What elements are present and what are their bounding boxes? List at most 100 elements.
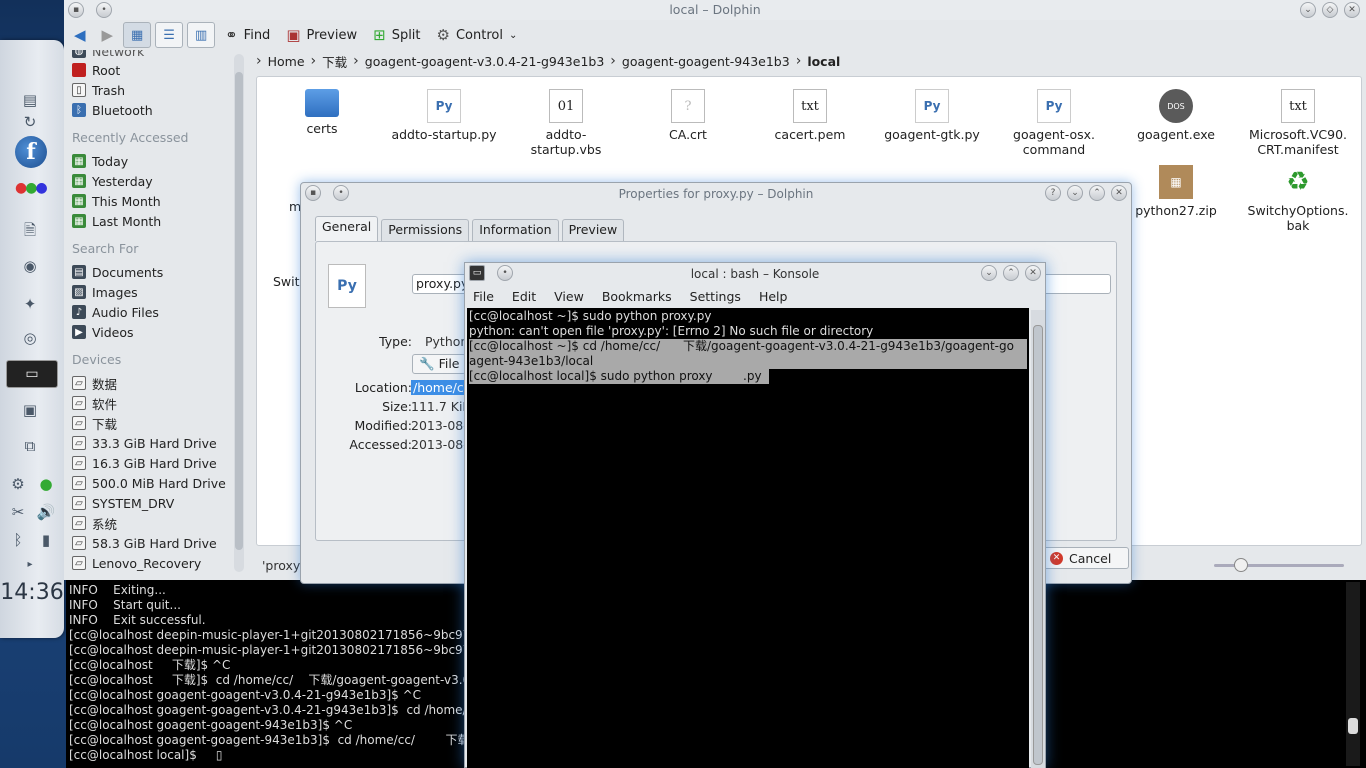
device-item[interactable]: ▱ Lenovo_Recovery — [72, 554, 201, 572]
help-button[interactable]: ? — [1045, 185, 1061, 201]
split-button[interactable]: ⊞ Split — [367, 22, 426, 48]
menu-bookmarks[interactable]: Bookmarks — [602, 289, 672, 304]
browser-icon[interactable]: ◉ — [18, 254, 42, 278]
file-item[interactable]: Py goagent-osx. command — [999, 89, 1109, 157]
place-network[interactable]: ◍ Network — [72, 50, 144, 60]
menu-edit[interactable]: Edit — [512, 289, 536, 304]
file-item[interactable]: Py goagent-gtk.py — [877, 89, 987, 142]
scissors-icon[interactable]: ✂ — [6, 500, 30, 524]
monitor-icon[interactable]: ▣ — [18, 398, 42, 422]
sticky-button[interactable]: • — [96, 2, 112, 18]
breadcrumb-goagent-v3[interactable]: goagent-goagent-v3.0.4-21-g943e1b3 — [365, 54, 605, 69]
volume-icon[interactable]: 🔊 — [34, 500, 58, 524]
place-root[interactable]: Root — [72, 61, 120, 79]
file-item[interactable]: certs — [267, 89, 377, 136]
tab-general[interactable]: General — [315, 216, 379, 241]
place-documents[interactable]: ▤ Documents — [72, 263, 163, 281]
file-type-options-button[interactable]: 🔧 File — [412, 354, 466, 374]
cancel-button[interactable]: ✕ Cancel — [1043, 547, 1129, 569]
dolphin-titlebar[interactable]: ▪ • local – Dolphin ⌄ ◇ ✕ — [64, 0, 1366, 20]
properties-titlebar[interactable]: ▪ • Properties for proxy.py – Dolphin ? … — [301, 183, 1131, 205]
place-yesterday[interactable]: ▦ Yesterday — [72, 172, 153, 190]
minimize-button[interactable]: ⌄ — [981, 265, 997, 281]
maximize-button[interactable]: ◇ — [1322, 2, 1338, 18]
window-menu-icon[interactable]: ▪ — [305, 185, 321, 201]
device-item[interactable]: ▱ SYSTEM_DRV — [72, 494, 174, 512]
clock[interactable]: 14:36 — [0, 580, 64, 605]
maximize-button[interactable]: ⌃ — [1089, 185, 1105, 201]
breadcrumb-downloads[interactable]: 下载 — [322, 52, 347, 71]
file-item[interactable]: txt cacert.pem — [755, 89, 865, 142]
device-item[interactable]: ▱ 系统 — [72, 514, 117, 532]
place-today[interactable]: ▦ Today — [72, 152, 128, 170]
tab-information[interactable]: Information — [472, 219, 559, 241]
file-item[interactable]: ? CA.crt — [633, 89, 743, 142]
settings-icon[interactable]: ⚙ — [6, 472, 30, 496]
control-button[interactable]: ⚙ Control ⌄ — [431, 22, 524, 48]
details-view-button[interactable]: ☰ — [155, 22, 184, 48]
close-button[interactable]: ✕ — [1025, 265, 1041, 281]
bluetooth-icon[interactable]: ᛒ — [6, 528, 30, 552]
find-button[interactable]: ⚭ Find — [219, 22, 276, 48]
device-item[interactable]: ▱ 数据 — [72, 374, 117, 392]
device-item[interactable]: ▱ 33.3 GiB Hard Drive — [72, 434, 217, 452]
terminal-scrollbar-thumb[interactable] — [1348, 718, 1358, 734]
konsole-scrollbar-thumb[interactable] — [1033, 325, 1043, 765]
place-videos[interactable]: ▶ Videos — [72, 323, 134, 341]
file-item[interactable]: ♻ SwitchyOptions. bak — [1243, 165, 1353, 234]
sticky-button[interactable]: • — [333, 185, 349, 201]
python-file-icon[interactable]: Py — [328, 264, 366, 308]
terminal-scrollbar[interactable] — [1346, 582, 1360, 766]
fox-icon[interactable]: ✦ — [18, 292, 42, 316]
device-item[interactable]: ▱ 16.3 GiB Hard Drive — [72, 454, 217, 472]
place-bluetooth[interactable]: ᛒ Bluetooth — [72, 101, 153, 119]
zoom-slider-handle[interactable] — [1234, 558, 1248, 572]
chrome-icon[interactable]: ◎ — [18, 326, 42, 350]
panel-widget-icon[interactable]: ▤ — [18, 88, 42, 112]
location-value[interactable]: /home/cc — [411, 380, 465, 395]
icons-view-button[interactable]: ▦ — [123, 22, 152, 48]
breadcrumb-local[interactable]: local — [807, 54, 840, 69]
place-images[interactable]: ▨ Images — [72, 283, 138, 301]
tab-preview[interactable]: Preview — [561, 219, 625, 241]
menu-help[interactable]: Help — [759, 289, 788, 304]
menu-file[interactable]: File — [473, 289, 494, 304]
window-menu-icon[interactable]: ▪ — [68, 2, 84, 18]
place-last-month[interactable]: ▦ Last Month — [72, 212, 161, 230]
status-green-icon[interactable]: ● — [34, 472, 58, 496]
close-button[interactable]: ✕ — [1111, 185, 1127, 201]
places-scrollbar-thumb[interactable] — [235, 72, 243, 550]
close-button[interactable]: ✕ — [1344, 2, 1360, 18]
filename-field-end[interactable] — [1041, 274, 1111, 294]
file-manager-icon[interactable]: 🗎 — [18, 220, 42, 244]
maximize-button[interactable]: ⌃ — [1003, 265, 1019, 281]
preview-button[interactable]: ▣ Preview — [280, 22, 363, 48]
columns-view-button[interactable]: ▥ — [187, 22, 216, 48]
back-button[interactable]: ◀ — [68, 22, 92, 48]
file-item[interactable]: txt Microsoft.VC90. CRT.manifest — [1243, 89, 1353, 157]
menu-view[interactable]: View — [554, 289, 584, 304]
refresh-icon[interactable]: ↻ — [18, 110, 42, 134]
fedora-launcher-icon[interactable]: f — [15, 136, 47, 168]
menu-settings[interactable]: Settings — [690, 289, 741, 304]
place-this-month[interactable]: ▦ This Month — [72, 192, 161, 210]
windows-icon[interactable]: ⧉ — [18, 434, 42, 458]
place-audio-files[interactable]: ♪ Audio Files — [72, 303, 159, 321]
tab-permissions[interactable]: Permissions — [381, 219, 470, 241]
breadcrumb-goagent[interactable]: goagent-goagent-943e1b3 — [622, 54, 790, 69]
konsole-terminal[interactable]: [cc@localhost ~]$ sudo python proxy.py p… — [467, 308, 1029, 768]
breadcrumb-home[interactable]: Home — [268, 54, 305, 69]
battery-icon[interactable]: ▮ — [34, 528, 58, 552]
file-item[interactable]: Py addto-startup.py — [389, 89, 499, 142]
konsole-titlebar[interactable]: ▭ • local : bash – Konsole ⌄ ⌃ ✕ — [465, 263, 1045, 285]
places-scrollbar[interactable] — [234, 54, 244, 572]
minimize-button[interactable]: ⌄ — [1300, 2, 1316, 18]
place-trash[interactable]: ▯ Trash — [72, 81, 125, 99]
konsole-app-icon[interactable]: ▭ — [469, 265, 485, 281]
device-item[interactable]: ▱ 500.0 MiB Hard Drive — [72, 474, 226, 492]
device-item[interactable]: ▱ 58.3 GiB Hard Drive — [72, 534, 217, 552]
expand-arrow-icon[interactable]: ▸ — [18, 552, 42, 576]
file-item[interactable]: ▦ python27.zip — [1121, 165, 1231, 218]
device-item[interactable]: ▱ 下载 — [72, 414, 117, 432]
forward-button[interactable]: ▶ — [96, 22, 120, 48]
